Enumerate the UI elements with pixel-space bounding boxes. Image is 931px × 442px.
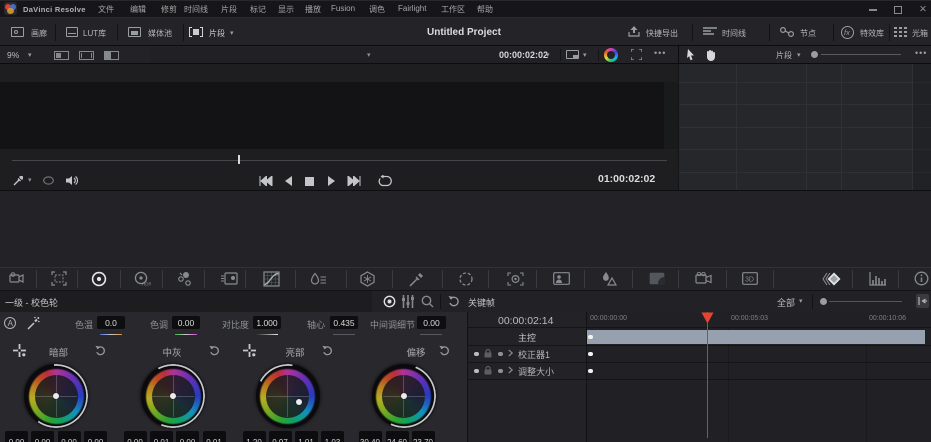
svg-text:3D: 3D	[745, 277, 754, 284]
svg-text:HDR: HDR	[142, 282, 151, 287]
